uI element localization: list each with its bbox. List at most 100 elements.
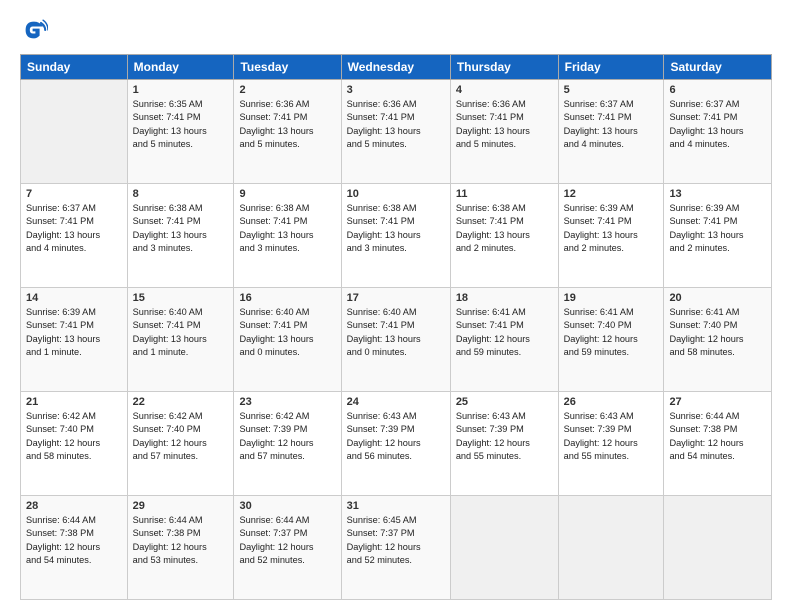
day-info: Sunrise: 6:42 AMSunset: 7:40 PMDaylight:…	[133, 410, 229, 463]
calendar-cell: 19 Sunrise: 6:41 AMSunset: 7:40 PMDayligh…	[558, 288, 664, 392]
day-info: Sunrise: 6:38 AMSunset: 7:41 PMDaylight:…	[347, 202, 445, 255]
day-number: 4	[456, 84, 553, 96]
week-row-4: 21 Sunrise: 6:42 AMSunset: 7:40 PMDayligh…	[21, 392, 772, 496]
calendar-cell: 23 Sunrise: 6:42 AMSunset: 7:39 PMDayligh…	[234, 392, 341, 496]
day-number: 26	[564, 396, 659, 408]
day-info: Sunrise: 6:41 AMSunset: 7:41 PMDaylight:…	[456, 306, 553, 359]
day-number: 17	[347, 292, 445, 304]
day-info: Sunrise: 6:41 AMSunset: 7:40 PMDaylight:…	[669, 306, 766, 359]
day-info: Sunrise: 6:38 AMSunset: 7:41 PMDaylight:…	[133, 202, 229, 255]
weekday-header-tuesday: Tuesday	[234, 55, 341, 80]
day-number: 21	[26, 396, 122, 408]
week-row-3: 14 Sunrise: 6:39 AMSunset: 7:41 PMDayligh…	[21, 288, 772, 392]
day-number: 2	[239, 84, 335, 96]
day-number: 23	[239, 396, 335, 408]
calendar-cell: 4 Sunrise: 6:36 AMSunset: 7:41 PMDaylight…	[450, 80, 558, 184]
day-number: 18	[456, 292, 553, 304]
calendar-cell: 31Sunrise: 6:45 AMSunset: 7:37 PMDayligh…	[341, 496, 450, 600]
calendar-cell: 25Sunrise: 6:43 AMSunset: 7:39 PMDayligh…	[450, 392, 558, 496]
day-info: Sunrise: 6:40 AMSunset: 7:41 PMDaylight:…	[239, 306, 335, 359]
weekday-header-row: SundayMondayTuesdayWednesdayThursdayFrid…	[21, 55, 772, 80]
day-info: Sunrise: 6:41 AMSunset: 7:40 PMDaylight:…	[564, 306, 659, 359]
calendar-cell: 11Sunrise: 6:38 AMSunset: 7:41 PMDayligh…	[450, 184, 558, 288]
day-info: Sunrise: 6:44 AMSunset: 7:38 PMDaylight:…	[669, 410, 766, 463]
weekday-header-friday: Friday	[558, 55, 664, 80]
day-info: Sunrise: 6:35 AMSunset: 7:41 PMDaylight:…	[133, 98, 229, 151]
day-info: Sunrise: 6:38 AMSunset: 7:41 PMDaylight:…	[456, 202, 553, 255]
calendar-cell	[558, 496, 664, 600]
calendar-cell	[664, 496, 772, 600]
calendar-cell: 2 Sunrise: 6:36 AMSunset: 7:41 PMDaylight…	[234, 80, 341, 184]
calendar-cell: 18 Sunrise: 6:41 AMSunset: 7:41 PMDayligh…	[450, 288, 558, 392]
calendar-cell: 17Sunrise: 6:40 AMSunset: 7:41 PMDayligh…	[341, 288, 450, 392]
day-info: Sunrise: 6:39 AMSunset: 7:41 PMDaylight:…	[26, 306, 122, 359]
calendar-cell: 1 Sunrise: 6:35 AMSunset: 7:41 PMDaylight…	[127, 80, 234, 184]
weekday-header-thursday: Thursday	[450, 55, 558, 80]
day-number: 6	[669, 84, 766, 96]
day-info: Sunrise: 6:40 AMSunset: 7:41 PMDaylight:…	[133, 306, 229, 359]
day-number: 13	[669, 188, 766, 200]
day-number: 19	[564, 292, 659, 304]
calendar-cell: 12 Sunrise: 6:39 AMSunset: 7:41 PMDayligh…	[558, 184, 664, 288]
calendar-cell: 26 Sunrise: 6:43 AMSunset: 7:39 PMDayligh…	[558, 392, 664, 496]
day-number: 14	[26, 292, 122, 304]
calendar-cell: 27Sunrise: 6:44 AMSunset: 7:38 PMDayligh…	[664, 392, 772, 496]
calendar-cell: 6 Sunrise: 6:37 AMSunset: 7:41 PMDaylight…	[664, 80, 772, 184]
day-number: 28	[26, 500, 122, 512]
day-number: 30	[239, 500, 335, 512]
calendar-cell: 10 Sunrise: 6:38 AMSunset: 7:41 PMDayligh…	[341, 184, 450, 288]
weekday-header-sunday: Sunday	[21, 55, 128, 80]
day-info: Sunrise: 6:36 AMSunset: 7:41 PMDaylight:…	[239, 98, 335, 151]
calendar-cell: 5 Sunrise: 6:37 AMSunset: 7:41 PMDaylight…	[558, 80, 664, 184]
day-number: 3	[347, 84, 445, 96]
day-info: Sunrise: 6:42 AMSunset: 7:39 PMDaylight:…	[239, 410, 335, 463]
calendar-cell: 3 Sunrise: 6:36 AMSunset: 7:41 PMDaylight…	[341, 80, 450, 184]
calendar-table: SundayMondayTuesdayWednesdayThursdayFrid…	[20, 54, 772, 600]
day-info: Sunrise: 6:37 AMSunset: 7:41 PMDaylight:…	[26, 202, 122, 255]
page: SundayMondayTuesdayWednesdayThursdayFrid…	[0, 0, 792, 612]
day-info: Sunrise: 6:36 AMSunset: 7:41 PMDaylight:…	[347, 98, 445, 151]
header	[20, 16, 772, 44]
calendar-cell: 14 Sunrise: 6:39 AMSunset: 7:41 PMDayligh…	[21, 288, 128, 392]
calendar-cell: 24 Sunrise: 6:43 AMSunset: 7:39 PMDayligh…	[341, 392, 450, 496]
calendar-cell: 28 Sunrise: 6:44 AMSunset: 7:38 PMDayligh…	[21, 496, 128, 600]
day-number: 5	[564, 84, 659, 96]
day-number: 25	[456, 396, 553, 408]
calendar-cell: 13 Sunrise: 6:39 AMSunset: 7:41 PMDayligh…	[664, 184, 772, 288]
day-info: Sunrise: 6:39 AMSunset: 7:41 PMDaylight:…	[564, 202, 659, 255]
day-number: 9	[239, 188, 335, 200]
calendar-cell: 21 Sunrise: 6:42 AMSunset: 7:40 PMDayligh…	[21, 392, 128, 496]
day-number: 7	[26, 188, 122, 200]
calendar-cell	[21, 80, 128, 184]
day-number: 8	[133, 188, 229, 200]
weekday-header-saturday: Saturday	[664, 55, 772, 80]
day-info: Sunrise: 6:43 AMSunset: 7:39 PMDaylight:…	[347, 410, 445, 463]
day-number: 31	[347, 500, 445, 512]
day-info: Sunrise: 6:38 AMSunset: 7:41 PMDaylight:…	[239, 202, 335, 255]
logo	[20, 16, 50, 44]
logo-icon	[20, 16, 48, 44]
week-row-5: 28 Sunrise: 6:44 AMSunset: 7:38 PMDayligh…	[21, 496, 772, 600]
day-info: Sunrise: 6:44 AMSunset: 7:37 PMDaylight:…	[239, 514, 335, 567]
day-number: 12	[564, 188, 659, 200]
day-number: 24	[347, 396, 445, 408]
day-info: Sunrise: 6:44 AMSunset: 7:38 PMDaylight:…	[26, 514, 122, 567]
week-row-1: 1 Sunrise: 6:35 AMSunset: 7:41 PMDaylight…	[21, 80, 772, 184]
calendar-cell: 8 Sunrise: 6:38 AMSunset: 7:41 PMDaylight…	[127, 184, 234, 288]
calendar-cell: 29Sunrise: 6:44 AMSunset: 7:38 PMDayligh…	[127, 496, 234, 600]
calendar-cell: 20Sunrise: 6:41 AMSunset: 7:40 PMDayligh…	[664, 288, 772, 392]
day-number: 1	[133, 84, 229, 96]
day-info: Sunrise: 6:39 AMSunset: 7:41 PMDaylight:…	[669, 202, 766, 255]
day-info: Sunrise: 6:37 AMSunset: 7:41 PMDaylight:…	[669, 98, 766, 151]
calendar-cell: 16Sunrise: 6:40 AMSunset: 7:41 PMDayligh…	[234, 288, 341, 392]
day-info: Sunrise: 6:44 AMSunset: 7:38 PMDaylight:…	[133, 514, 229, 567]
day-info: Sunrise: 6:42 AMSunset: 7:40 PMDaylight:…	[26, 410, 122, 463]
day-info: Sunrise: 6:37 AMSunset: 7:41 PMDaylight:…	[564, 98, 659, 151]
day-info: Sunrise: 6:36 AMSunset: 7:41 PMDaylight:…	[456, 98, 553, 151]
day-info: Sunrise: 6:43 AMSunset: 7:39 PMDaylight:…	[564, 410, 659, 463]
day-number: 10	[347, 188, 445, 200]
weekday-header-wednesday: Wednesday	[341, 55, 450, 80]
day-number: 22	[133, 396, 229, 408]
calendar-cell: 7 Sunrise: 6:37 AMSunset: 7:41 PMDaylight…	[21, 184, 128, 288]
calendar-cell: 9 Sunrise: 6:38 AMSunset: 7:41 PMDaylight…	[234, 184, 341, 288]
